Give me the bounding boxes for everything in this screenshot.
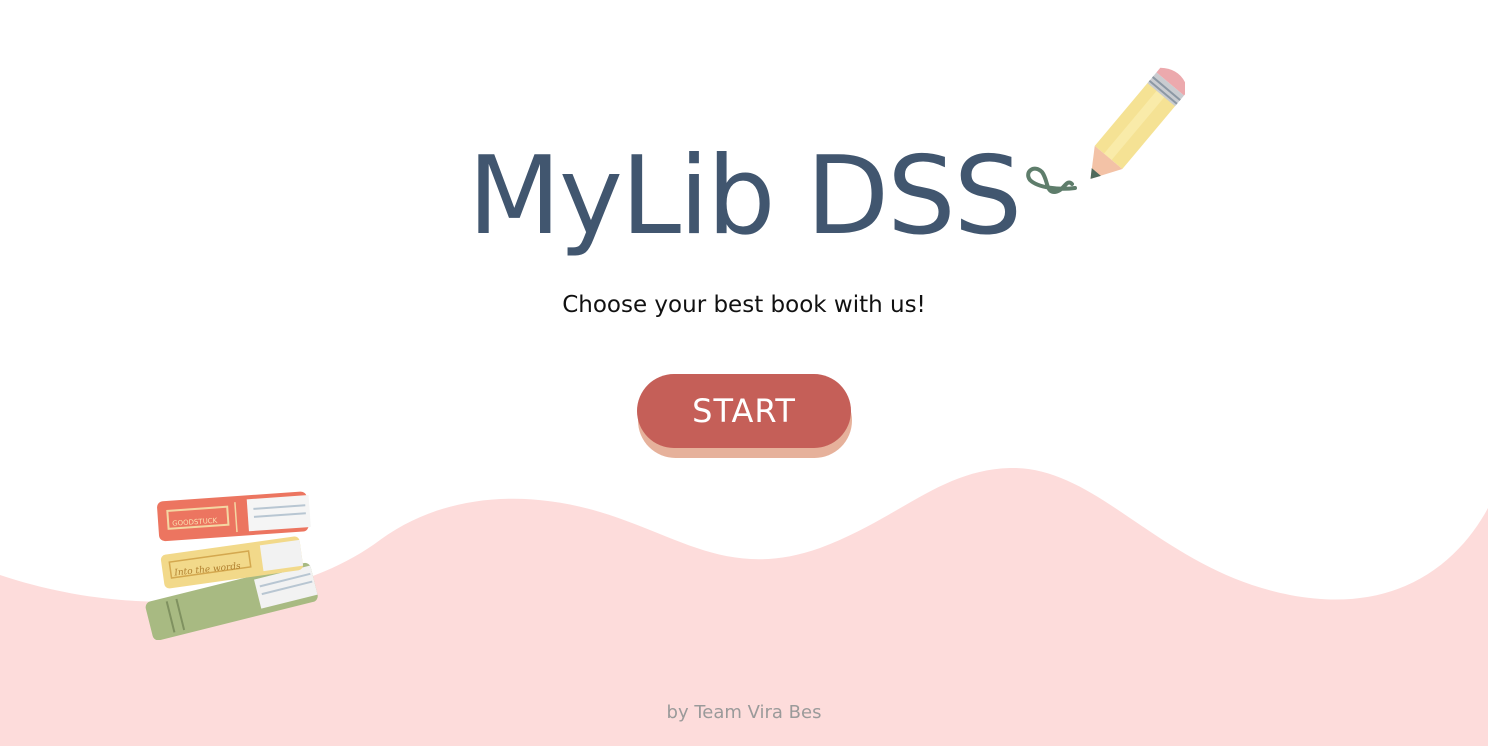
pencil-icon xyxy=(1026,67,1185,195)
start-button-wrapper: START xyxy=(637,374,852,458)
footer-credit: by Team Vira Bes xyxy=(666,702,822,723)
app-title: MyLib DSS xyxy=(467,134,1022,259)
tagline: Choose your best book with us! xyxy=(562,292,926,318)
book-stack-icon: Into the words GOODSTUCK xyxy=(145,491,318,640)
start-button[interactable]: START xyxy=(637,374,851,448)
